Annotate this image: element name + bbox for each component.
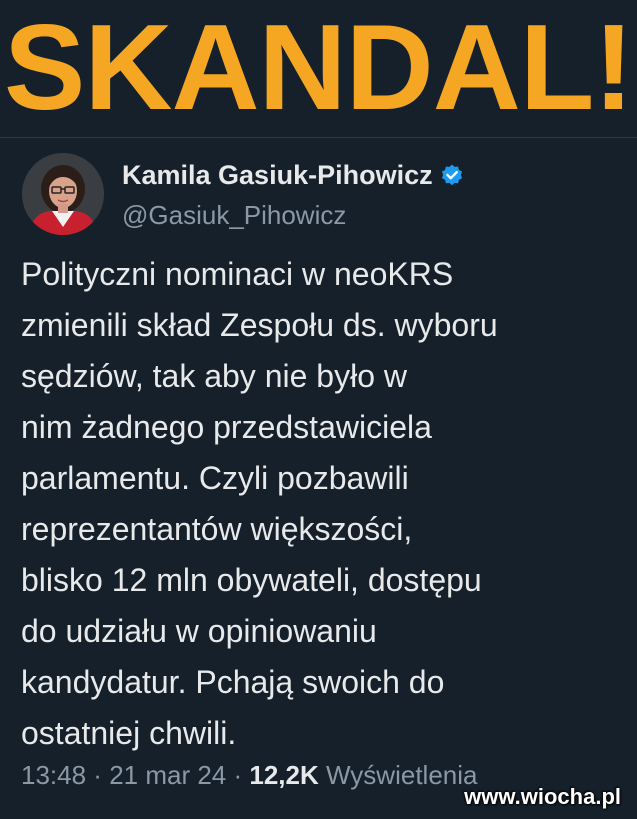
- author-handle[interactable]: @Gasiuk_Pihowicz: [122, 200, 346, 231]
- meta-separator: ·: [86, 760, 110, 790]
- meta-separator: ·: [226, 760, 250, 790]
- tweet-text: Polityczni nominaci w neoKRS zmienili sk…: [21, 249, 621, 759]
- watermark: www.wiocha.pl: [464, 784, 621, 809]
- tweet-line: parlamentu. Czyli pozbawili: [21, 460, 409, 496]
- tweet-line: zmienili skład Zespołu ds. wyboru: [21, 307, 498, 343]
- tweet-line: Polityczni nominaci w neoKRS: [21, 256, 454, 292]
- views-count: 12,2K: [249, 760, 319, 790]
- verified-badge-icon: [441, 164, 462, 185]
- tweet-line: sędziów, tak aby nie było w: [21, 358, 407, 394]
- tweet-line: reprezentantów większości,: [21, 511, 413, 547]
- divider: [0, 137, 637, 138]
- views-label: Wyświetlenia: [326, 760, 478, 790]
- avatar[interactable]: [22, 153, 104, 235]
- tweet-time[interactable]: 13:48: [21, 760, 86, 790]
- tweet-line: kandydatur. Pchają swoich do: [21, 664, 445, 700]
- headline: SKANDAL!: [3, 0, 634, 135]
- author-name[interactable]: Kamila Gasiuk-Pihowicz: [122, 160, 433, 191]
- author-row: Kamila Gasiuk-Pihowicz: [122, 160, 465, 191]
- tweet-line: blisko 12 mln obywateli, dostępu: [21, 562, 482, 598]
- tweet-meta: 13:48 · 21 mar 24 · 12,2K Wyświetlenia: [21, 760, 477, 791]
- tweet-line: ostatniej chwili.: [21, 715, 237, 751]
- tweet-line: do udziału w opiniowaniu: [21, 613, 377, 649]
- tweet-line: nim żadnego przedstawiciela: [21, 409, 432, 445]
- avatar-portrait-icon: [22, 153, 104, 235]
- tweet-date[interactable]: 21 mar 24: [109, 760, 226, 790]
